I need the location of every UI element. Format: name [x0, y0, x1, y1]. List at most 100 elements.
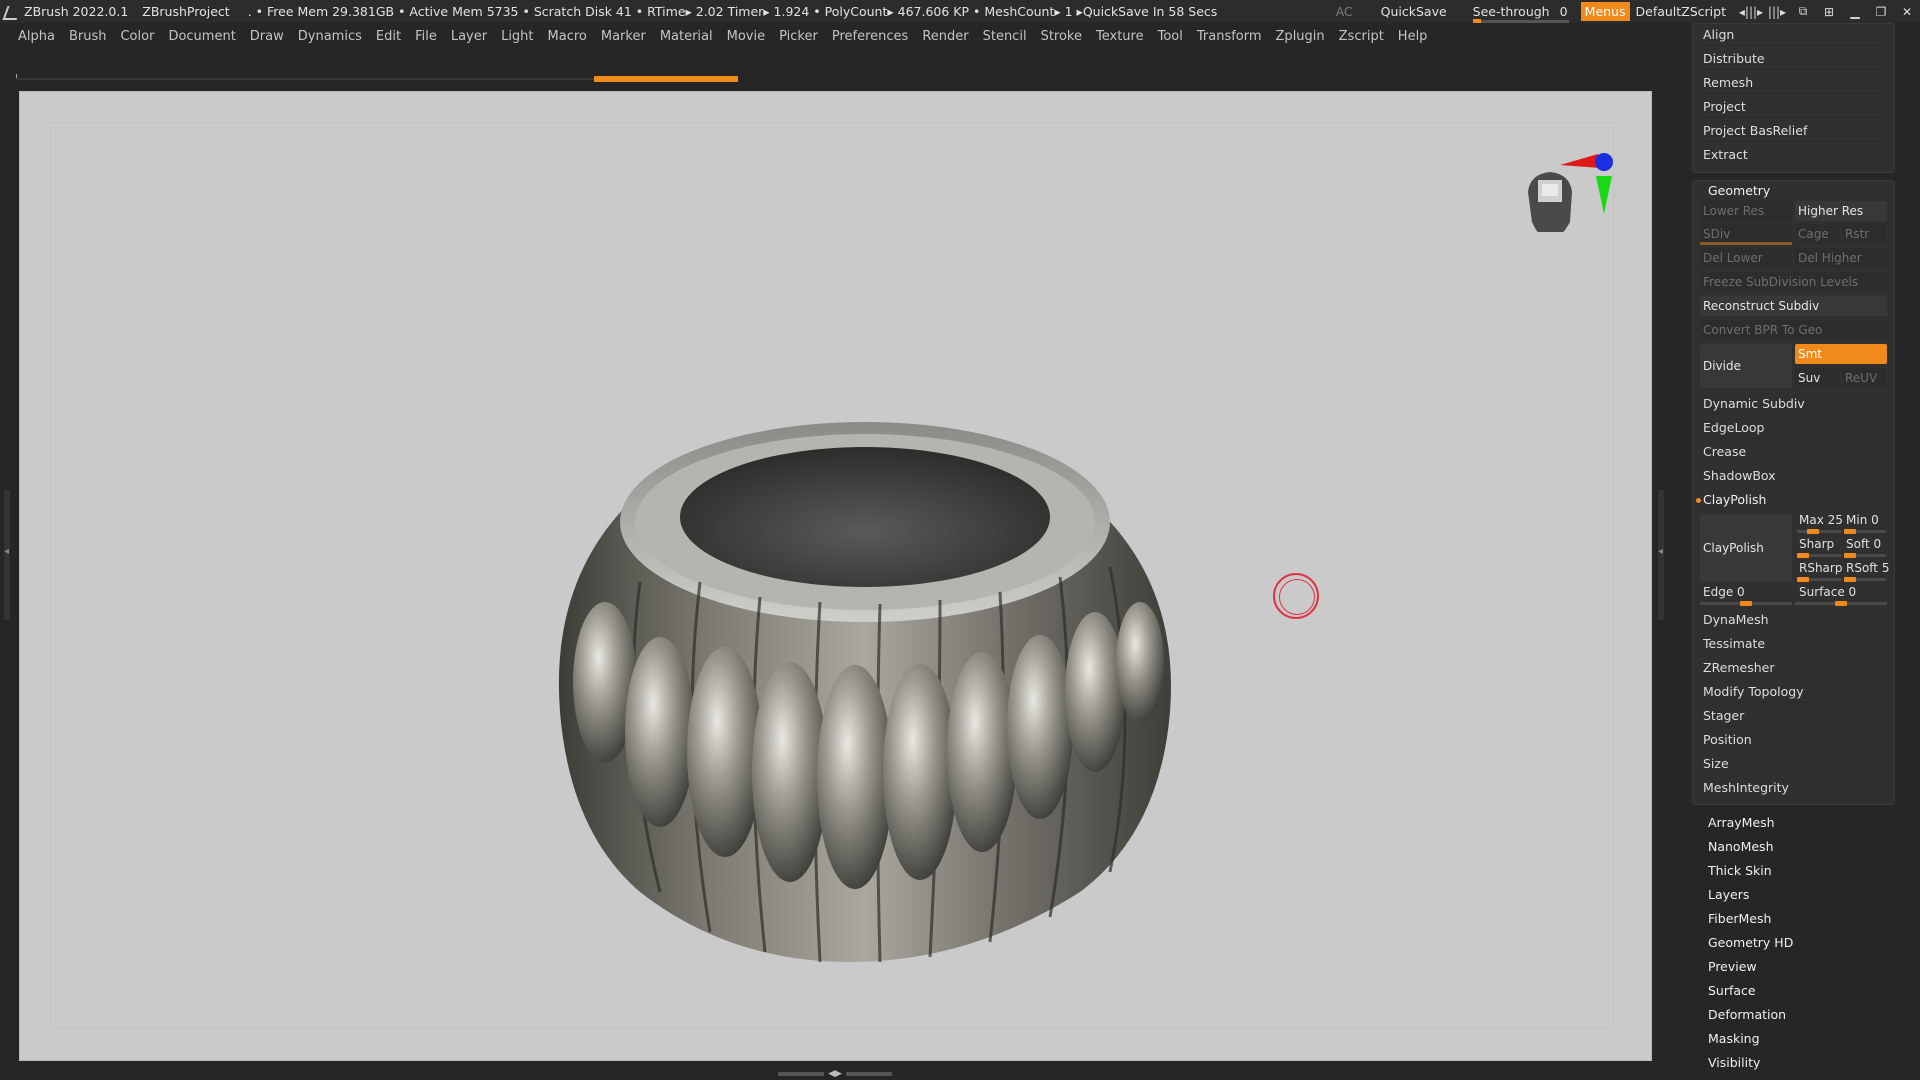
freeze-subdivision-button[interactable]: Freeze SubDivision Levels: [1700, 272, 1887, 292]
menu-zscript[interactable]: Zscript: [1339, 29, 1384, 44]
sculpted-vase-mesh[interactable]: [520, 332, 1220, 1032]
del-higher-button[interactable]: Del Higher: [1795, 248, 1887, 268]
menu-brush[interactable]: Brush: [69, 29, 107, 44]
sdiv-slider-track: [1700, 242, 1792, 245]
thick-skin-menu[interactable]: Thick Skin: [1708, 860, 1772, 882]
expand-arrows-icon[interactable]: ◀▶: [828, 1069, 842, 1079]
rstr-button[interactable]: Rstr: [1842, 224, 1886, 244]
shadowbox-button[interactable]: ShadowBox: [1700, 465, 1886, 487]
preview-menu[interactable]: Preview: [1708, 956, 1757, 978]
arraymesh-menu[interactable]: ArrayMesh: [1708, 812, 1775, 834]
layout-alt-icon[interactable]: ⊞: [1816, 3, 1842, 21]
ac-toggle[interactable]: AC: [1336, 4, 1353, 19]
ui-width-icon[interactable]: ◂|||▸: [1738, 3, 1764, 21]
menu-zplugin[interactable]: Zplugin: [1276, 29, 1325, 44]
smt-toggle[interactable]: Smt: [1795, 344, 1887, 364]
geometry-header[interactable]: Geometry: [1705, 180, 1891, 202]
geometry-hd-menu[interactable]: Geometry HD: [1708, 932, 1793, 954]
see-through-slider[interactable]: See-through 0: [1472, 4, 1569, 23]
menu-preferences[interactable]: Preferences: [832, 29, 908, 44]
dynamesh-button[interactable]: DynaMesh: [1700, 609, 1886, 631]
layers-menu[interactable]: Layers: [1708, 884, 1749, 906]
menu-transform[interactable]: Transform: [1197, 29, 1262, 44]
suv-toggle[interactable]: Suv: [1795, 368, 1839, 388]
surface-slider[interactable]: [1795, 601, 1887, 606]
min-slider[interactable]: [1844, 529, 1886, 534]
del-lower-button[interactable]: Del Lower: [1700, 248, 1792, 268]
project-button[interactable]: Project: [1700, 96, 1886, 118]
canvas-viewport[interactable]: [19, 91, 1652, 1061]
sharp-slider[interactable]: [1797, 553, 1841, 558]
rsoft-slider[interactable]: [1844, 577, 1886, 582]
default-zscript-button[interactable]: DefaultZScript: [1636, 4, 1727, 19]
soft-slider[interactable]: [1844, 553, 1886, 558]
menu-document[interactable]: Document: [168, 29, 235, 44]
quicksave-button[interactable]: QuickSave: [1381, 4, 1447, 19]
menu-stroke[interactable]: Stroke: [1041, 29, 1082, 44]
ui-size-icon[interactable]: |||▸: [1764, 3, 1790, 21]
nanomesh-menu[interactable]: NanoMesh: [1708, 836, 1774, 858]
zremesher-button[interactable]: ZRemesher: [1700, 657, 1886, 679]
menu-file[interactable]: File: [415, 29, 437, 44]
menu-light[interactable]: Light: [501, 29, 533, 44]
modify-topology-button[interactable]: Modify Topology: [1700, 681, 1886, 703]
surface-menu[interactable]: Surface: [1708, 980, 1756, 1002]
top-shelf: [0, 50, 1692, 90]
edge-slider[interactable]: [1700, 601, 1792, 606]
menu-movie[interactable]: Movie: [727, 29, 765, 44]
menu-edit[interactable]: Edit: [376, 29, 401, 44]
meshintegrity-button[interactable]: MeshIntegrity: [1700, 777, 1886, 799]
claypolish-header[interactable]: ClayPolish: [1700, 489, 1886, 511]
max-slider[interactable]: [1797, 529, 1841, 534]
convert-bpr-button[interactable]: Convert BPR To Geo: [1700, 320, 1887, 340]
menu-draw[interactable]: Draw: [250, 29, 284, 44]
extract-button[interactable]: Extract: [1700, 144, 1886, 166]
divide-button[interactable]: Divide: [1700, 344, 1792, 388]
menu-help[interactable]: Help: [1398, 29, 1428, 44]
menu-alpha[interactable]: Alpha: [18, 29, 55, 44]
visibility-menu[interactable]: Visibility: [1708, 1052, 1760, 1074]
reuv-button[interactable]: ReUV: [1842, 368, 1886, 388]
higher-res-button[interactable]: Higher Res: [1795, 201, 1887, 221]
claypolish-button[interactable]: ClayPolish: [1700, 514, 1792, 582]
fibermesh-menu[interactable]: FiberMesh: [1708, 908, 1771, 930]
sdiv-slider[interactable]: SDiv: [1700, 224, 1792, 244]
tessimate-button[interactable]: Tessimate: [1700, 633, 1886, 655]
lower-res-button[interactable]: Lower Res: [1700, 201, 1792, 221]
menus-toggle[interactable]: Menus: [1580, 2, 1630, 21]
menu-layer[interactable]: Layer: [451, 29, 487, 44]
right-tray-arrow-icon[interactable]: ◂: [1658, 546, 1663, 557]
left-tray-arrow-icon[interactable]: ◂: [4, 546, 9, 557]
position-button[interactable]: Position: [1700, 729, 1886, 751]
menu-render[interactable]: Render: [922, 29, 968, 44]
restore-icon[interactable]: ❐: [1868, 3, 1894, 21]
remesh-button[interactable]: Remesh: [1700, 72, 1886, 94]
project-basrelief-button[interactable]: Project BasRelief: [1700, 120, 1886, 142]
menu-picker[interactable]: Picker: [779, 29, 818, 44]
distribute-button[interactable]: Distribute: [1700, 48, 1886, 70]
reconstruct-subdiv-button[interactable]: Reconstruct Subdiv: [1700, 296, 1887, 316]
close-icon[interactable]: ✕: [1894, 3, 1920, 21]
layout-icon[interactable]: ⧉: [1790, 3, 1816, 21]
menu-material[interactable]: Material: [660, 29, 713, 44]
menu-tool[interactable]: Tool: [1158, 29, 1183, 44]
minimize-icon[interactable]: ▁: [1842, 3, 1868, 21]
crease-button[interactable]: Crease: [1700, 441, 1886, 463]
size-button[interactable]: Size: [1700, 753, 1886, 775]
align-button[interactable]: Align: [1700, 24, 1886, 46]
menu-stencil[interactable]: Stencil: [983, 29, 1027, 44]
menu-dynamics[interactable]: Dynamics: [298, 29, 362, 44]
menu-color[interactable]: Color: [120, 29, 154, 44]
orientation-gizmo[interactable]: [1520, 122, 1630, 232]
menu-macro[interactable]: Macro: [548, 29, 587, 44]
rsharp-slider[interactable]: [1797, 577, 1841, 582]
edgeloop-button[interactable]: EdgeLoop: [1700, 417, 1886, 439]
cage-button[interactable]: Cage: [1795, 224, 1839, 244]
menu-marker[interactable]: Marker: [601, 29, 646, 44]
deformation-menu[interactable]: Deformation: [1708, 1004, 1786, 1026]
stager-button[interactable]: Stager: [1700, 705, 1886, 727]
masking-menu[interactable]: Masking: [1708, 1028, 1760, 1050]
menu-texture[interactable]: Texture: [1096, 29, 1144, 44]
bottom-tray-handle[interactable]: ◀▶: [770, 1068, 900, 1080]
dynamic-subdiv-button[interactable]: Dynamic Subdiv: [1700, 393, 1886, 415]
